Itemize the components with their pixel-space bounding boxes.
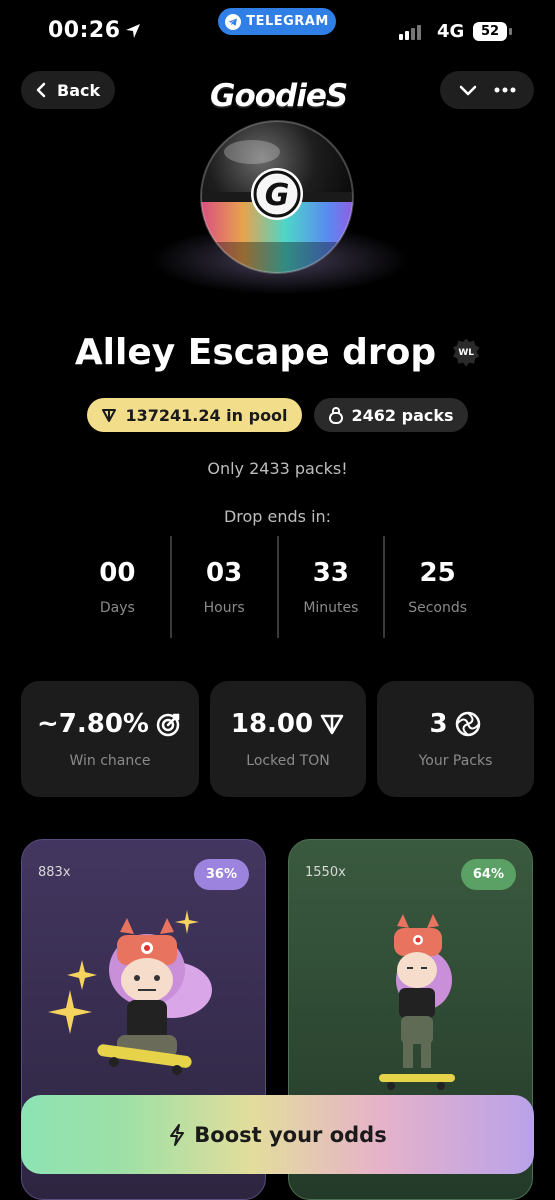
countdown: 00 Days 03 Hours 33 Minutes 25 Seconds xyxy=(65,536,490,638)
location-arrow-icon xyxy=(126,24,140,38)
chevron-down-icon[interactable] xyxy=(458,83,478,97)
countdown-label: Days xyxy=(99,600,135,616)
battery-icon: 52 xyxy=(473,22,507,41)
orb-letter: G xyxy=(265,178,290,213)
pack-icon xyxy=(455,711,480,737)
goodies-orb: G xyxy=(192,112,362,282)
packs-pill[interactable]: 2462 packs xyxy=(313,398,468,432)
locked-ton-label: Locked TON xyxy=(246,753,330,769)
countdown-days: 00 Days xyxy=(65,536,172,638)
stats-row: ~7.80% Win chance 18.00 Locked TON 3 You… xyxy=(21,681,534,797)
signal-icon xyxy=(399,24,421,40)
lock-icon xyxy=(328,407,343,424)
countdown-label: Hours xyxy=(203,600,245,616)
lightning-icon xyxy=(170,1123,185,1146)
your-packs-card[interactable]: 3 Your Packs xyxy=(377,681,534,797)
countdown-value: 25 xyxy=(419,558,456,588)
back-label: Back xyxy=(57,80,101,100)
countdown-value: 03 xyxy=(206,558,243,588)
drop-title: Alley Escape drop xyxy=(74,332,437,373)
status-bar: 00:26 TELEGRAM 4G 52 xyxy=(0,0,555,64)
your-packs-label: Your Packs xyxy=(418,753,493,769)
pool-pill[interactable]: 137241.24 in pool xyxy=(87,398,302,432)
target-icon xyxy=(156,713,180,737)
countdown-minutes: 33 Minutes xyxy=(279,536,386,638)
drop-title-row: Alley Escape drop WL xyxy=(0,332,555,373)
drop-ends-label: Drop ends in: xyxy=(223,507,332,526)
only-packs-text: Only 2433 packs! xyxy=(207,459,348,478)
countdown-seconds: 25 Seconds xyxy=(385,536,490,638)
status-time: 00:26 xyxy=(48,18,121,43)
wl-badge[interactable]: WL xyxy=(453,338,480,367)
network-type: 4G xyxy=(437,21,465,42)
ton-icon xyxy=(102,409,117,422)
win-chance-value: ~7.80% xyxy=(37,709,149,739)
telegram-pill[interactable]: TELEGRAM xyxy=(218,8,336,35)
countdown-value: 33 xyxy=(312,558,349,588)
menu-button[interactable] xyxy=(440,71,534,109)
packs-count: 2462 packs xyxy=(351,405,454,425)
locked-ton-value: 18.00 xyxy=(230,709,314,739)
your-packs-value: 3 xyxy=(429,709,448,739)
boost-label: Boost your odds xyxy=(194,1122,387,1147)
goodies-logo: GoodieS xyxy=(210,78,348,114)
chevron-left-icon xyxy=(36,82,46,98)
boost-odds-button[interactable]: Boost your odds xyxy=(21,1095,534,1174)
more-icon[interactable] xyxy=(494,87,516,93)
win-chance-card[interactable]: ~7.80% Win chance xyxy=(21,681,199,797)
pool-amount: 137241.24 in pool xyxy=(125,405,288,425)
locked-ton-card[interactable]: 18.00 Locked TON xyxy=(210,681,366,797)
countdown-value: 00 xyxy=(99,558,136,588)
telegram-icon xyxy=(225,13,242,30)
telegram-label: TELEGRAM xyxy=(246,14,329,29)
countdown-hours: 03 Hours xyxy=(172,536,279,638)
ton-icon xyxy=(320,714,344,735)
battery-tip xyxy=(509,28,512,35)
win-chance-label: Win chance xyxy=(69,753,151,769)
countdown-label: Seconds xyxy=(408,600,468,616)
countdown-label: Minutes xyxy=(303,600,359,616)
info-pills: 137241.24 in pool 2462 packs xyxy=(0,398,555,432)
back-button[interactable]: Back xyxy=(21,71,115,109)
